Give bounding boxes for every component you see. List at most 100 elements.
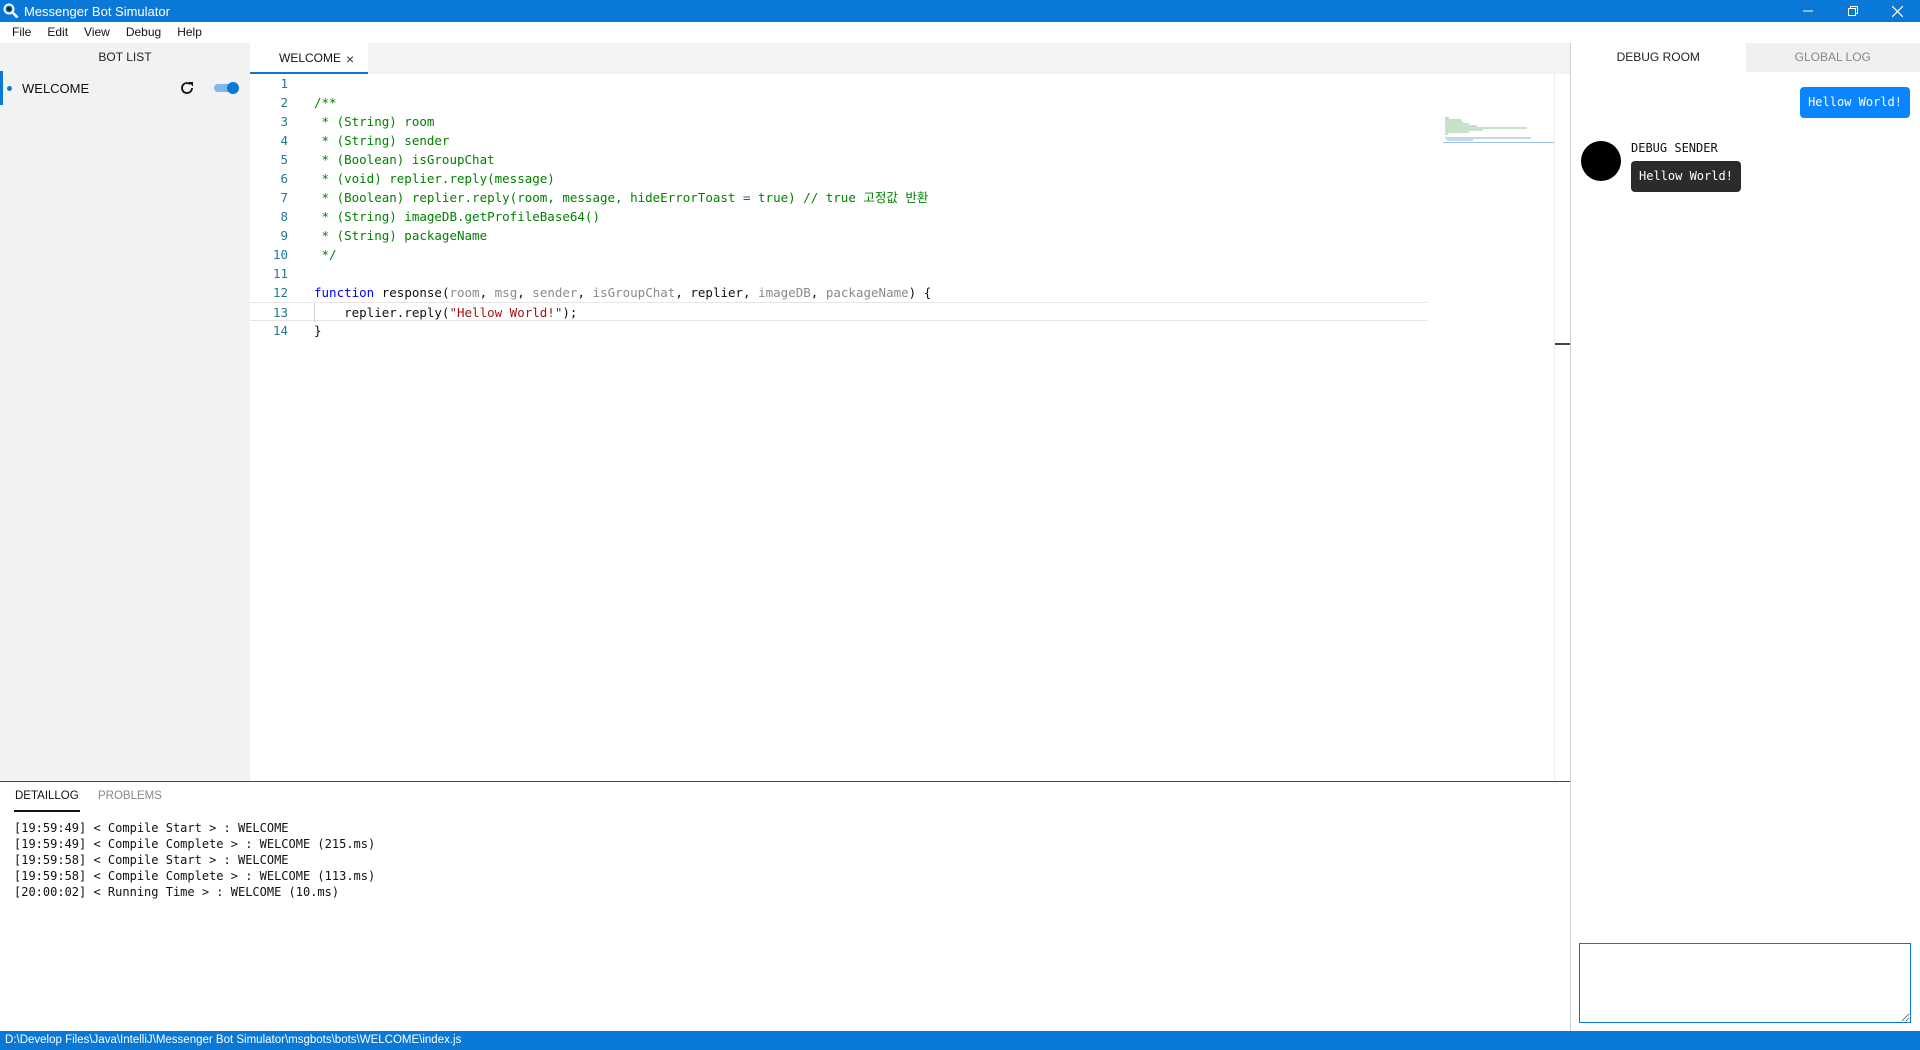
- log-line: [20:00:02] < Running Time > : WELCOME (1…: [14, 885, 340, 899]
- line-number: 5: [280, 152, 288, 167]
- restore-button[interactable]: [1830, 0, 1875, 22]
- code-token: response(: [374, 285, 450, 300]
- reload-icon[interactable]: [178, 79, 196, 97]
- code-token: ) {: [908, 285, 932, 300]
- menu-file[interactable]: File: [0, 22, 39, 43]
- line-number: 12: [272, 285, 288, 300]
- bot-list-header: BOT LIST: [98, 50, 152, 64]
- incoming-message-bubble: Hellow World!: [1631, 161, 1741, 192]
- editor-tab-welcome[interactable]: WELCOME ×: [250, 43, 368, 74]
- menu-edit[interactable]: Edit: [39, 22, 76, 43]
- menu-view[interactable]: View: [76, 22, 118, 43]
- code-token: isGroupChat: [592, 285, 676, 300]
- debug-room-panel: DEBUG ROOM GLOBAL LOG Hellow World! DEBU…: [1570, 43, 1920, 1031]
- code-line[interactable]: 7 * (Boolean) replier.reply(room, messag…: [250, 188, 1428, 207]
- line-number: 14: [272, 323, 288, 338]
- log-line: [19:59:49] < Compile Start > : WELCOME: [14, 821, 289, 835]
- code-text: * (String) imageDB.getProfileBase64(): [314, 207, 600, 226]
- close-tab-icon[interactable]: ×: [346, 51, 354, 67]
- code-text: * (Boolean) isGroupChat: [314, 150, 495, 169]
- bot-list-item[interactable]: WELCOME: [0, 71, 250, 105]
- log-line: [19:59:58] < Compile Start > : WELCOME: [14, 853, 289, 867]
- code-text: /**: [314, 93, 337, 112]
- line-number: 9: [280, 228, 288, 243]
- code-editor[interactable]: 1 2/** 3 * (String) room 4 * (String) sende…: [250, 74, 1428, 340]
- menu-debug[interactable]: Debug: [118, 22, 169, 43]
- bot-list-panel: BOT LIST WELCOME: [0, 43, 250, 781]
- code-text: * (String) sender: [314, 131, 450, 150]
- code-token: }: [314, 323, 322, 338]
- minimap[interactable]: [1443, 116, 1553, 142]
- bot-enable-toggle[interactable]: [212, 81, 240, 95]
- code-line[interactable]: 5 * (Boolean) isGroupChat: [250, 150, 1428, 169]
- code-line[interactable]: 11: [250, 264, 1428, 283]
- line-number: 10: [272, 247, 288, 262]
- bot-name: WELCOME: [22, 80, 90, 96]
- title-bar: Messenger Bot Simulator: [0, 0, 1920, 22]
- code-line[interactable]: 14}: [250, 321, 1428, 340]
- code-text: function response(room, msg, sender, isG…: [314, 283, 931, 302]
- code-token: * (Boolean) isGroupChat: [314, 152, 495, 167]
- editor-scrollbar[interactable]: [1554, 74, 1570, 781]
- app-icon: [3, 3, 19, 19]
- editor-area: WELCOME × 1 2/** 3 * (String) room 4 * (Str…: [250, 43, 1570, 781]
- code-token: /**: [314, 95, 337, 110]
- line-number: 3: [280, 114, 288, 129]
- code-line[interactable]: 2 /**: [250, 93, 1428, 112]
- tab-debug-room[interactable]: DEBUG ROOM: [1571, 43, 1746, 72]
- code-line[interactable]: 9 * (String) packageName: [250, 226, 1428, 245]
- code-token: sender: [532, 285, 578, 300]
- code-token: replier.reply(: [314, 305, 450, 320]
- code-line[interactable]: 13 replier.reply("Hellow World!");: [250, 302, 1428, 322]
- code-line[interactable]: 1: [250, 74, 1428, 93]
- sender-name: DEBUG SENDER: [1631, 141, 1718, 155]
- editor-tabstrip: WELCOME ×: [250, 43, 1570, 74]
- scrollbar-cursor-marker: [1555, 343, 1570, 345]
- close-window-button[interactable]: [1875, 0, 1920, 22]
- avatar: [1581, 141, 1621, 181]
- code-line[interactable]: 6 * (void) replier.reply(message): [250, 169, 1428, 188]
- tab-problems[interactable]: PROBLEMS: [98, 782, 162, 812]
- restore-icon: [1847, 6, 1858, 16]
- code-line[interactable]: 12 function response(room, msg, sender, i…: [250, 283, 1428, 302]
- code-token: ,: [517, 285, 533, 300]
- log-panel: DETAILLOG PROBLEMS [19:59:49] < Compile …: [0, 781, 1570, 1031]
- tab-detaillog[interactable]: DETAILLOG: [14, 782, 80, 812]
- code-token: room: [449, 285, 480, 300]
- code-token: , replier,: [675, 285, 759, 300]
- minimize-icon: [1802, 10, 1813, 12]
- window-title: Messenger Bot Simulator: [24, 3, 170, 19]
- line-number: 13: [272, 305, 288, 320]
- log-line: [19:59:58] < Compile Complete > : WELCOM…: [14, 869, 376, 883]
- code-token: imageDB: [758, 285, 811, 300]
- code-token: * (void) replier.reply(message): [314, 171, 555, 186]
- file-path: D:\Develop Files\Java\IntelliJ\Messenger…: [5, 1034, 462, 1046]
- outgoing-message-bubble: Hellow World!: [1800, 87, 1910, 118]
- line-number: 6: [280, 171, 288, 186]
- code-token: ,: [577, 285, 593, 300]
- code-line[interactable]: 8 * (String) imageDB.getProfileBase64(): [250, 207, 1428, 226]
- menu-bar: File Edit View Debug Help: [0, 22, 1920, 43]
- code-line[interactable]: 10 */: [250, 245, 1428, 264]
- code-text: * (void) replier.reply(message): [314, 169, 555, 188]
- code-text: * (Boolean) replier.reply(room, message,…: [314, 188, 929, 207]
- close-icon: [1892, 5, 1903, 17]
- code-token: * (Boolean) replier.reply(room, message,…: [314, 190, 929, 205]
- line-number: 1: [280, 76, 288, 91]
- code-text: */: [314, 245, 337, 264]
- chat-input[interactable]: [1579, 943, 1911, 1023]
- code-token: ,: [810, 285, 826, 300]
- line-number: 7: [280, 190, 288, 205]
- line-number: 8: [280, 209, 288, 224]
- code-token: * (String) sender: [314, 133, 450, 148]
- minimize-button[interactable]: [1785, 0, 1830, 22]
- code-line[interactable]: 4 * (String) sender: [250, 131, 1428, 150]
- tab-global-log[interactable]: GLOBAL LOG: [1745, 43, 1920, 72]
- minimap-viewport: [1443, 142, 1555, 143]
- code-token: * (String) room: [314, 114, 435, 129]
- line-number: 11: [272, 266, 288, 281]
- code-line[interactable]: 3 * (String) room: [250, 112, 1428, 131]
- menu-help[interactable]: Help: [169, 22, 210, 43]
- code-text: * (String) room: [314, 112, 435, 131]
- code-token: * (String) imageDB.getProfileBase64(): [314, 209, 600, 224]
